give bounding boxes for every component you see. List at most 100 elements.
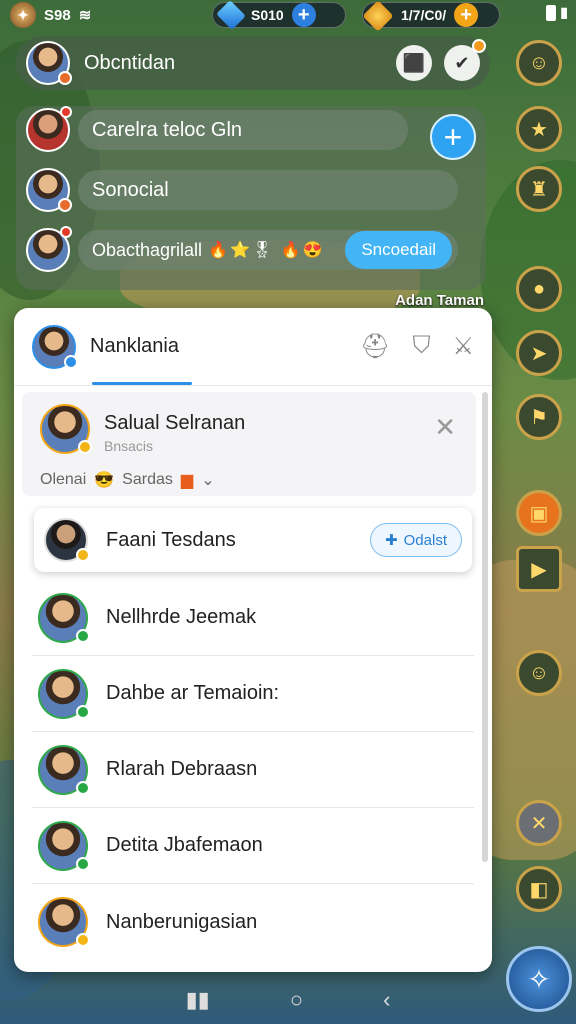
coin-count: 1/7/C0/: [401, 7, 447, 23]
list-item[interactable]: Nellhrde Jeemak: [32, 580, 474, 656]
system-nav-bar: ▮▮ ○ ‹: [0, 976, 576, 1024]
status-badge: [64, 354, 78, 369]
status-badge: [58, 71, 72, 85]
profile-tag: Olenai: [40, 471, 87, 488]
header-title: Obcntidan: [84, 51, 176, 74]
friend-avatar-button[interactable]: ☺: [516, 650, 562, 696]
avatar[interactable]: [26, 41, 72, 85]
trophy-icon: ▆: [180, 472, 194, 489]
status-badge: [76, 548, 90, 562]
profile-subtitle: Bnsacis: [104, 438, 154, 454]
gem-count: S010: [251, 7, 284, 23]
online-badge: [76, 856, 90, 871]
chat-row[interactable]: Carelra teloc Gln: [26, 106, 408, 152]
notification-dot: [60, 226, 72, 238]
signal-icon: ▮: [560, 4, 568, 20]
chat-row[interactable]: Obacthagrilall 🔥⭐🎖 🔥😍 Sncoedail: [26, 226, 458, 272]
list-item[interactable]: Dahbe ar Temaioin:: [32, 656, 474, 732]
status-badge: [76, 933, 90, 947]
online-badge: [76, 704, 90, 719]
add-gems-button[interactable]: +: [291, 3, 316, 27]
plus-icon[interactable]: +: [430, 114, 476, 160]
navigate-button[interactable]: ➤: [516, 330, 562, 376]
online-badge: [76, 628, 90, 643]
avatar[interactable]: [32, 324, 78, 369]
home-icon[interactable]: ○: [290, 987, 303, 1013]
chat-action-button[interactable]: Sncoedail: [345, 231, 452, 269]
shield-check-icon[interactable]: ✔: [444, 39, 486, 81]
coin-counter[interactable]: 1/7/C0/ +: [362, 0, 500, 32]
helmet-icon[interactable]: ⛑: [360, 332, 390, 361]
inventory-button[interactable]: ◧: [516, 866, 562, 912]
arrow-icon: ➤: [530, 342, 548, 365]
shield-icon[interactable]: ⛉: [412, 332, 430, 361]
profile-card: Salual Selranan Bnsacis Olenai 😎 Sardas …: [22, 392, 476, 496]
swords-icon[interactable]: ⚔: [452, 332, 474, 361]
bookmark-icon[interactable]: ⬛: [396, 45, 432, 81]
active-tab-indicator: [92, 382, 192, 385]
battle-button[interactable]: ✕: [516, 800, 562, 846]
avatar: [38, 744, 90, 795]
friend-name: Dahbe ar Temaioin:: [106, 682, 280, 704]
player-icon: ☺: [528, 51, 550, 74]
avatar: [38, 668, 90, 719]
avatar: [44, 518, 90, 562]
profile-tag: Sardas: [122, 471, 173, 488]
avatar: [26, 106, 72, 152]
player-avatar-button[interactable]: ☺: [516, 40, 562, 86]
back-icon[interactable]: ‹: [383, 987, 390, 1013]
event-button[interactable]: ⚑: [516, 394, 562, 440]
quest-button[interactable]: ★: [516, 106, 562, 152]
puzzle-icon: ✚: [385, 532, 398, 549]
star-icon: ★: [530, 118, 548, 141]
avatar: [38, 897, 90, 947]
battery-icon: [546, 4, 557, 21]
friend-action-label: Odalst: [403, 531, 447, 549]
friend-action-button[interactable]: ✚ Odalst: [370, 523, 462, 557]
scrollbar[interactable]: [482, 392, 488, 862]
status-bar: ✦ S98 ≋ S010 + 1/7/C0/ + ▮: [0, 0, 576, 32]
map-location-label: Adan Taman: [395, 292, 484, 309]
coin-icon: [362, 0, 394, 32]
list-item[interactable]: Rlarah Debraasn: [32, 732, 474, 808]
status-badge: [58, 198, 72, 212]
profile-tags: Olenai 😎 Sardas ▆ ⌄: [40, 470, 215, 490]
list-item[interactable]: Nanberunigasian: [32, 884, 474, 960]
pet-button[interactable]: ●: [516, 266, 562, 312]
status-time: S98: [44, 6, 71, 24]
chevron-down-icon[interactable]: ⌄: [201, 470, 214, 490]
avatar: [38, 820, 90, 871]
profile-name: Salual Selranan: [104, 412, 246, 434]
character-button[interactable]: ♜: [516, 166, 562, 212]
close-icon[interactable]: ✕: [434, 412, 456, 443]
shop-button[interactable]: ▣: [516, 490, 562, 536]
chat-message: Sonocial: [78, 170, 458, 210]
friend-icon: ☺: [528, 661, 550, 684]
emoji-reactions: 🔥⭐🎖 🔥😍: [208, 242, 325, 259]
friends-panel: Nanklania ⛑ ⛉ ⚔ Salual Selranan Bnsacis …: [14, 308, 492, 972]
friend-name: Nellhrde Jeemak: [106, 606, 257, 628]
friend-name: Rlarah Debraasn: [106, 758, 258, 780]
chat-header: Obcntidan ⬛ ✔: [16, 36, 490, 90]
chat-row[interactable]: Sonocial: [26, 168, 458, 212]
avatar: [26, 168, 72, 212]
smile-emoji-icon: 😎: [94, 472, 115, 489]
add-coins-button[interactable]: +: [454, 3, 479, 27]
avatar: [38, 592, 90, 643]
play-button[interactable]: ▶: [516, 546, 562, 592]
gem-icon: [216, 0, 246, 30]
recents-icon[interactable]: ▮▮: [186, 987, 210, 1013]
panel-header: Nanklania ⛑ ⛉ ⚔: [14, 308, 492, 386]
friend-list: Nellhrde Jeemak Dahbe ar Temaioin: Rlara…: [32, 580, 474, 960]
chat-message: Obacthagrilall 🔥⭐🎖 🔥😍 Sncoedail: [78, 230, 458, 270]
character-icon: ♜: [530, 178, 548, 201]
list-item[interactable]: Detita Jbafemaon: [32, 808, 474, 884]
gem-counter[interactable]: S010 +: [212, 0, 346, 30]
chest-icon: ▣: [529, 502, 549, 525]
box-icon: ◧: [529, 878, 549, 901]
add-chat-button[interactable]: +: [430, 114, 476, 160]
chat-message: Carelra teloc Gln: [78, 110, 408, 150]
pet-icon: ●: [532, 277, 546, 300]
notification-dot: [472, 39, 486, 53]
list-item[interactable]: Faani Tesdans ✚ Odalst: [34, 508, 472, 572]
